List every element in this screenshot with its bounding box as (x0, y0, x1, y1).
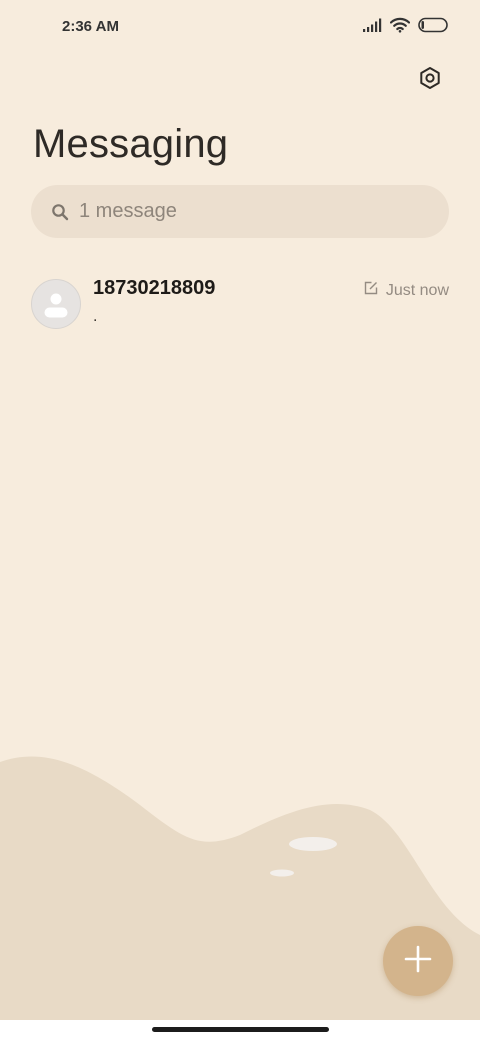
search-input[interactable]: 1 message (79, 200, 177, 223)
plus-icon (404, 945, 432, 978)
battery-icon (418, 17, 450, 38)
message-snippet: . (93, 308, 98, 325)
conversation-item[interactable]: 18730218809 . Just now (0, 268, 480, 340)
search-icon (49, 201, 71, 223)
home-indicator[interactable] (152, 1027, 329, 1032)
avatar (31, 279, 81, 329)
settings-button[interactable] (412, 62, 448, 98)
navigation-bar (0, 1020, 480, 1040)
signal-icon (362, 18, 382, 37)
new-message-button[interactable] (383, 926, 453, 996)
page-title: Messaging (33, 122, 229, 166)
status-time: 2:36 AM (62, 18, 119, 35)
person-icon (44, 293, 68, 318)
status-icons (362, 17, 450, 37)
contact-name: 18730218809 (93, 277, 216, 299)
conversation-meta: Just now (364, 281, 449, 300)
settings-icon (418, 66, 442, 95)
timestamp: Just now (385, 281, 449, 299)
draft-icon (364, 281, 378, 300)
wifi-icon (389, 17, 411, 38)
status-bar: 2:36 AM (0, 0, 480, 56)
search-bar[interactable]: 1 message (31, 185, 449, 238)
